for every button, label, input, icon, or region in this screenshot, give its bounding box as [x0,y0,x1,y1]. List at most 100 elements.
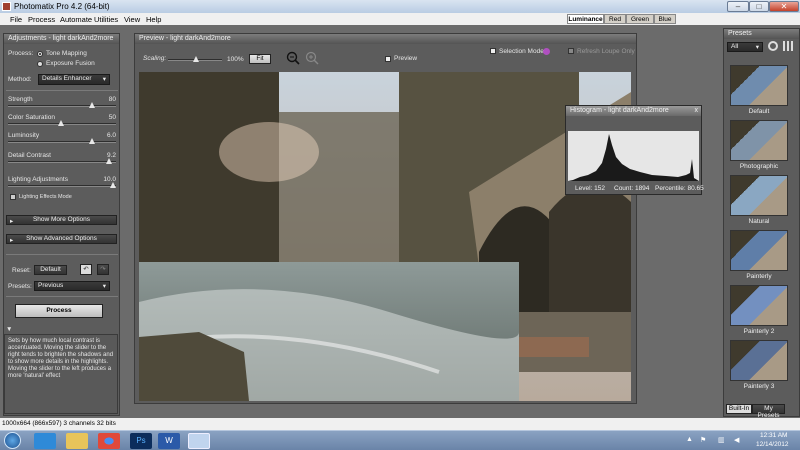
refresh-icon[interactable] [768,41,778,51]
lighting-effects-checkbox[interactable] [10,194,16,200]
refresh-loupe-label: Refresh Loupe Only [577,48,635,55]
histogram-level: Level: 152 [575,185,605,192]
fit-button[interactable]: Fit [249,54,271,64]
show-advanced-options-button[interactable]: ▸ Show Advanced Options [6,234,117,244]
adjustment-slider[interactable] [8,182,116,188]
clock-time: 12:31 AM [760,432,788,439]
presets-select[interactable]: Previous ▾ [34,281,110,291]
slider-label: Strength [8,96,33,103]
slider-thumb[interactable] [105,158,112,164]
presets-label: Presets: [8,283,32,290]
close-icon[interactable]: x [695,106,699,116]
refresh-loupe-checkbox[interactable] [568,48,574,54]
presets-value: Previous [38,282,64,289]
histogram-graph [568,131,699,181]
adjustment-slider[interactable] [8,138,116,144]
tab-red[interactable]: Red [604,14,626,24]
preview-title: Preview - light darkAnd2more [139,35,231,42]
ie-icon[interactable] [34,433,56,449]
adjustment-slider[interactable] [8,120,116,126]
tab-green[interactable]: Green [626,14,654,24]
show-more-label: Show More Options [32,216,91,223]
window-title: Photomatix Pro 4.2 (64-bit) [14,2,110,11]
start-button[interactable] [4,432,21,449]
undo-icon[interactable]: ↶ [80,264,92,275]
histogram-header: Histogram - light darkAnd2more x [566,106,701,116]
exposure-fusion-label: Exposure Fusion [46,60,95,67]
slider-thumb[interactable] [57,120,64,126]
histogram-title: Histogram - light darkAnd2more [570,107,669,114]
adjustment-slider[interactable] [8,158,116,164]
folder-icon[interactable] [66,433,88,449]
tab-builtin[interactable]: Built-In [726,404,752,414]
exposure-fusion-radio[interactable] [37,61,43,67]
preset-thumbnail[interactable] [730,120,788,161]
default-button[interactable]: Default [34,265,67,275]
preset-name: Default [748,108,770,115]
histogram-count: Count: 1894 [614,185,650,192]
close-button[interactable]: ✕ [769,1,799,12]
tab-blue[interactable]: Blue [654,14,676,24]
slider-thumb[interactable] [110,182,116,188]
slider-label: Luminosity [8,132,40,139]
chrome-icon[interactable] [98,433,120,449]
menu-file[interactable]: File [10,15,22,24]
presets-filter[interactable]: All ▾ [727,42,763,52]
photomatix-task-icon[interactable] [188,433,210,449]
preset-thumbnail[interactable] [730,285,788,326]
preview-image[interactable] [139,72,631,401]
slider-thumb[interactable] [89,102,95,108]
adjustment-slider[interactable] [8,102,116,108]
volume-icon[interactable]: ◀ [734,436,739,444]
process-label: Process: [8,50,34,57]
lighting-effects-label: Lighting Effects Mode [19,194,72,200]
preview-checkbox[interactable] [385,56,391,62]
menu-view[interactable]: View [124,15,140,24]
slider-value: 50 [108,114,116,121]
app-icon [2,2,11,11]
chevron-down-icon: ▾ [102,76,106,83]
minimize-button[interactable]: – [727,1,749,12]
network-icon[interactable]: ▥ [718,436,725,444]
preset-thumbnail[interactable] [730,175,788,216]
preview-header: Preview - light darkAnd2more [135,34,636,44]
preset-thumbnail[interactable] [730,340,788,381]
show-more-options-button[interactable]: ▸ Show More Options [6,215,117,225]
tab-luminance[interactable]: Luminance [567,14,604,24]
divider [6,296,118,297]
photoshop-icon[interactable]: Ps [130,433,152,449]
selection-mode-icon[interactable] [543,48,550,55]
maximize-button[interactable]: □ [749,1,769,12]
menu-process[interactable]: Process [28,15,55,24]
selection-mode-checkbox[interactable] [490,48,496,54]
zoom-out-icon[interactable] [286,51,300,65]
preset-thumbnail[interactable] [730,65,788,106]
word-icon[interactable]: W [158,433,180,449]
preset-name: Painterly [746,273,772,280]
menu-help[interactable]: Help [146,15,161,24]
taskbar: Ps W ▲ ⚑ ▥ ◀ 12:31 AM 12/14/2012 [0,430,800,450]
status-text: 1000x664 (866x597) 3 channels 32 bits [2,420,116,427]
flag-icon[interactable]: ⚑ [700,436,706,444]
collapse-icon[interactable]: ▼ [6,326,12,333]
adjustments-title: Adjustments - light darkAnd2more [8,35,114,42]
tray-arrow-icon[interactable]: ▲ [686,436,693,443]
preset-thumbnail[interactable] [730,230,788,271]
triangle-right-icon: ▸ [10,218,14,225]
slider-thumb[interactable] [89,138,95,144]
tone-mapping-radio[interactable] [37,51,43,57]
redo-icon[interactable]: ↷ [97,264,109,275]
process-button[interactable]: Process [15,304,103,318]
clock-date: 12/14/2012 [756,441,789,448]
grid-view-icon[interactable] [783,41,793,51]
title-bar: Photomatix Pro 4.2 (64-bit) – □ ✕ [0,0,800,13]
zoom-in-icon[interactable] [305,51,319,65]
method-select[interactable]: Details Enhancer ▾ [38,74,110,85]
menu-utilities[interactable]: Utilities [94,15,118,24]
scaling-slider[interactable] [168,56,222,62]
menu-automate[interactable]: Automate [60,15,92,24]
presets-title: Presets [728,30,752,37]
tone-mapping-label: Tone Mapping [46,50,87,57]
tab-my-presets[interactable]: My Presets [752,404,785,419]
slider-thumb[interactable] [193,56,199,62]
